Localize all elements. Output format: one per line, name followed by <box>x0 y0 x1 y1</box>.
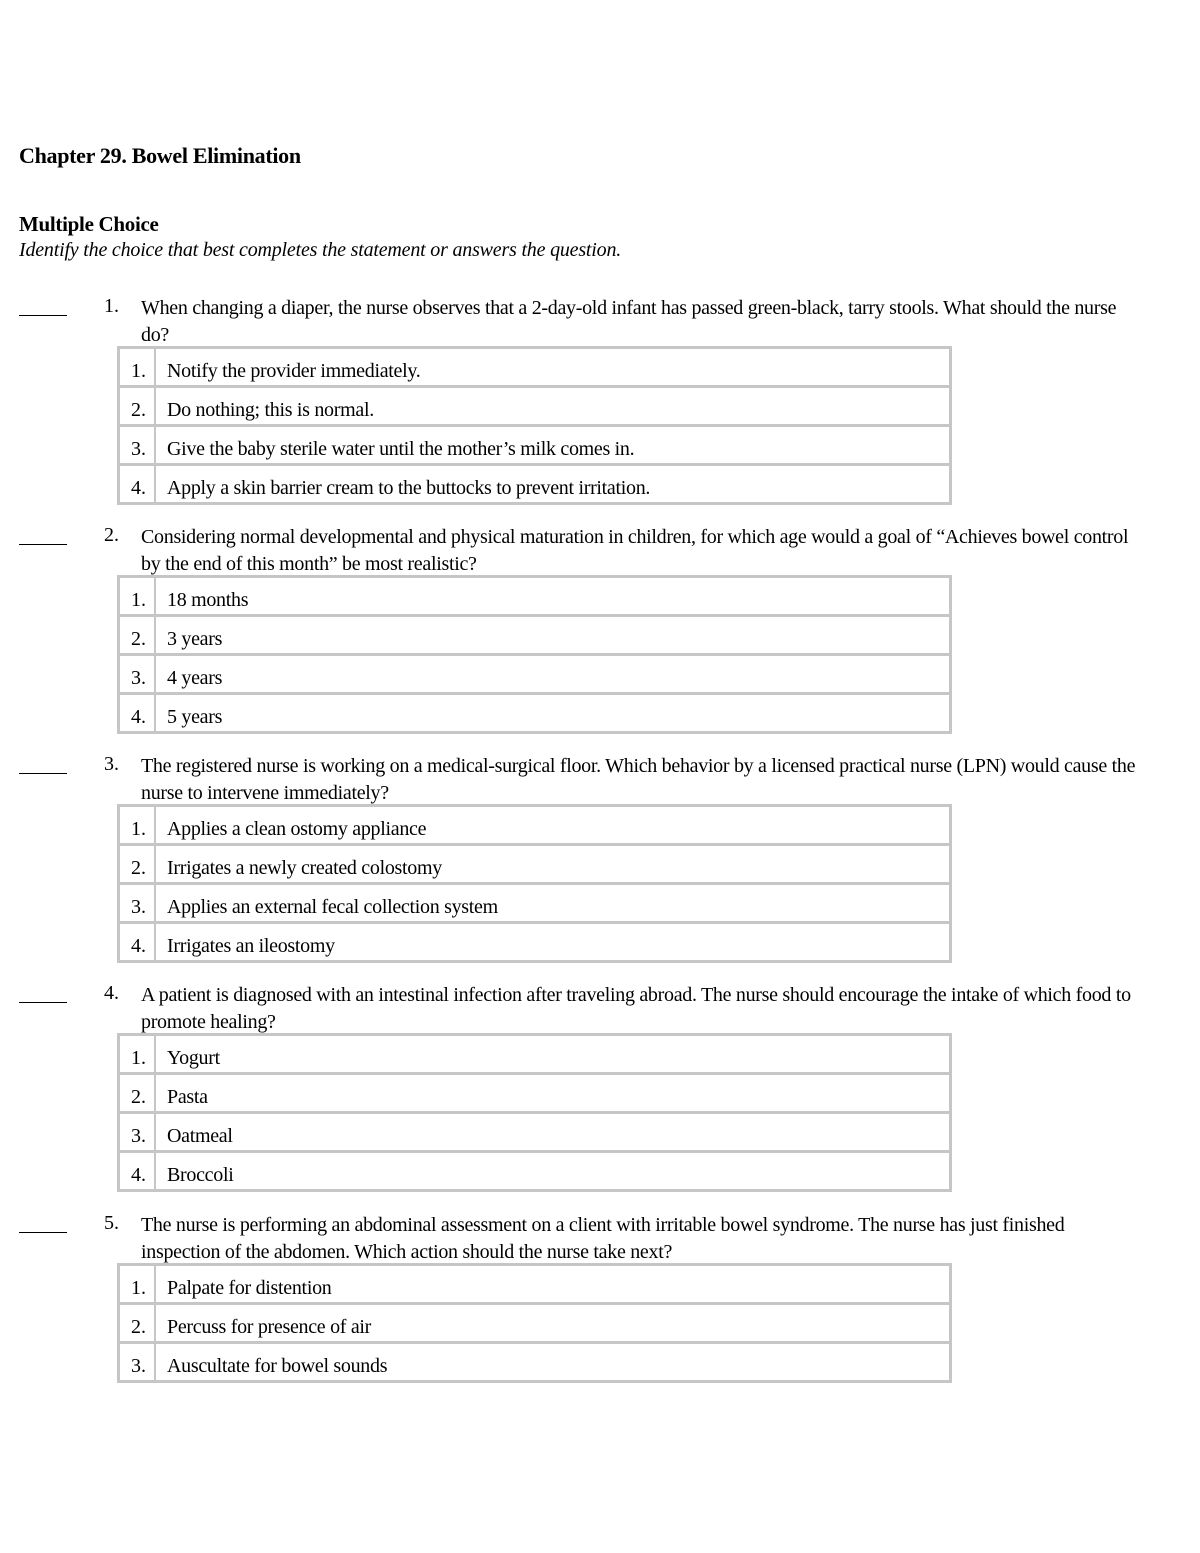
choice-text: 4 years <box>167 667 223 689</box>
section-title: Multiple Choice <box>19 212 159 236</box>
choice-number: 3. <box>120 656 156 692</box>
choice-number: 4. <box>120 1153 156 1189</box>
choice-text: 3 years <box>167 628 223 650</box>
choice-row[interactable]: 2. Irrigates a newly created colostomy <box>120 843 949 882</box>
choice-number: 1. <box>120 1036 156 1072</box>
choice-number: 2. <box>120 388 156 424</box>
choice-text: Pasta <box>167 1086 208 1108</box>
choice-number: 1. <box>120 807 156 843</box>
question-stem: When changing a diaper, the nurse observ… <box>141 297 1117 346</box>
choice-number: 2. <box>120 846 156 882</box>
question-number: 2. <box>104 524 119 546</box>
choices-table: 1. 18 months 2. 3 years 3. 4 years 4. 5 … <box>117 575 952 734</box>
choice-number: 3. <box>120 1344 156 1380</box>
answer-blank[interactable] <box>19 544 67 545</box>
choice-number: 2. <box>120 1305 156 1341</box>
choice-number: 3. <box>120 885 156 921</box>
choice-number: 4. <box>120 695 156 731</box>
choice-row[interactable]: 2. Pasta <box>120 1072 949 1111</box>
question-number: 5. <box>104 1212 119 1234</box>
choice-text: Notify the provider immediately. <box>167 360 421 382</box>
choice-text: Oatmeal <box>167 1125 233 1147</box>
choice-row[interactable]: 2. Do nothing; this is normal. <box>120 385 949 424</box>
choice-text: Yogurt <box>167 1047 220 1069</box>
choice-number: 4. <box>120 924 156 960</box>
choice-row[interactable]: 1. Notify the provider immediately. <box>120 349 949 385</box>
choice-text: Irrigates an ileostomy <box>167 935 335 957</box>
choice-text: Apply a skin barrier cream to the buttoc… <box>167 477 651 499</box>
choice-row[interactable]: 1. 18 months <box>120 578 949 614</box>
instructions: Identify the choice that best completes … <box>19 239 622 261</box>
answer-blank[interactable] <box>19 315 67 316</box>
question-stem: The registered nurse is working on a med… <box>141 755 1136 804</box>
question-number: 3. <box>104 753 119 775</box>
question-stem: Considering normal developmental and phy… <box>141 526 1129 575</box>
choice-text: Applies a clean ostomy appliance <box>167 818 427 840</box>
choices-table: 1. Notify the provider immediately. 2. D… <box>117 346 952 505</box>
choice-row[interactable]: 3. Give the baby sterile water until the… <box>120 424 949 463</box>
choice-text: Irrigates a newly created colostomy <box>167 857 442 879</box>
choice-text: Broccoli <box>167 1164 234 1186</box>
choice-row[interactable]: 1. Yogurt <box>120 1036 949 1072</box>
choices-table: 1. Applies a clean ostomy appliance 2. I… <box>117 804 952 963</box>
choice-row[interactable]: 4. Broccoli <box>120 1150 949 1189</box>
answer-blank[interactable] <box>19 1002 67 1003</box>
question-stem: A patient is diagnosed with an intestina… <box>141 984 1131 1033</box>
answer-blank[interactable] <box>19 773 67 774</box>
choice-row[interactable]: 3. Oatmeal <box>120 1111 949 1150</box>
choice-text: Give the baby sterile water until the mo… <box>167 438 635 460</box>
question-number: 1. <box>104 295 119 317</box>
choice-text: 18 months <box>167 589 249 611</box>
chapter-title: Chapter 29. Bowel Elimination <box>19 143 301 168</box>
choice-number: 1. <box>120 349 156 385</box>
choice-number: 2. <box>120 617 156 653</box>
question-stem: The nurse is performing an abdominal ass… <box>141 1214 1065 1263</box>
choice-row[interactable]: 1. Palpate for distention <box>120 1266 949 1302</box>
answer-blank[interactable] <box>19 1232 67 1233</box>
choice-number: 1. <box>120 578 156 614</box>
choice-text: Do nothing; this is normal. <box>167 399 374 421</box>
choice-row[interactable]: 2. 3 years <box>120 614 949 653</box>
choice-text: Palpate for distention <box>167 1277 332 1299</box>
choice-row[interactable]: 4. Apply a skin barrier cream to the but… <box>120 463 949 502</box>
question-number: 4. <box>104 982 119 1004</box>
choice-number: 3. <box>120 427 156 463</box>
choice-text: 5 years <box>167 706 223 728</box>
choice-number: 4. <box>120 466 156 502</box>
choice-row[interactable]: 4. 5 years <box>120 692 949 731</box>
choice-text: Applies an external fecal collection sys… <box>167 896 498 918</box>
choice-number: 2. <box>120 1075 156 1111</box>
choice-number: 3. <box>120 1114 156 1150</box>
choice-number: 1. <box>120 1266 156 1302</box>
choice-text: Auscultate for bowel sounds <box>167 1355 388 1377</box>
choice-row[interactable]: 4. Irrigates an ileostomy <box>120 921 949 960</box>
document-page: Chapter 29. Bowel Elimination Multiple C… <box>0 0 1200 1553</box>
choice-row[interactable]: 1. Applies a clean ostomy appliance <box>120 807 949 843</box>
choice-row[interactable]: 3. Auscultate for bowel sounds <box>120 1341 949 1380</box>
choice-row[interactable]: 2. Percuss for presence of air <box>120 1302 949 1341</box>
choices-table: 1. Palpate for distention 2. Percuss for… <box>117 1263 952 1383</box>
choice-row[interactable]: 3. Applies an external fecal collection … <box>120 882 949 921</box>
choice-row[interactable]: 3. 4 years <box>120 653 949 692</box>
choices-table: 1. Yogurt 2. Pasta 3. Oatmeal 4. Broccol… <box>117 1033 952 1192</box>
choice-text: Percuss for presence of air <box>167 1316 372 1338</box>
